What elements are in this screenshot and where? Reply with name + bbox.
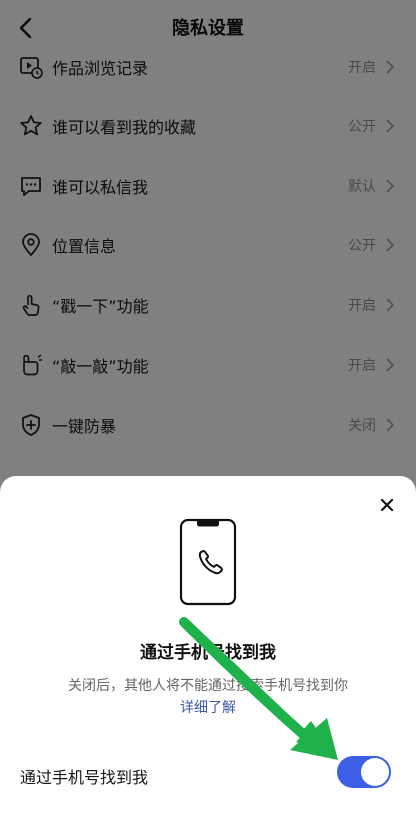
phone-call-icon — [179, 518, 237, 606]
bottom-sheet: 通过手机号找到我 关闭后，其他人将不能通过搜索手机号找到你 详细了解 通过手机号… — [0, 476, 416, 829]
close-icon[interactable] — [378, 496, 396, 514]
watermark: Bai du 经验 — [301, 790, 390, 808]
toggle-knob — [361, 758, 389, 786]
sheet-title: 通过手机号找到我 — [140, 643, 276, 663]
find-by-phone-toggle[interactable] — [337, 756, 391, 788]
toggle-label: 通过手机号找到我 — [20, 768, 149, 787]
learn-more-link[interactable]: 详细了解 — [0, 697, 416, 717]
sheet-description: 关闭后，其他人将不能通过搜索手机号找到你 — [68, 678, 348, 694]
